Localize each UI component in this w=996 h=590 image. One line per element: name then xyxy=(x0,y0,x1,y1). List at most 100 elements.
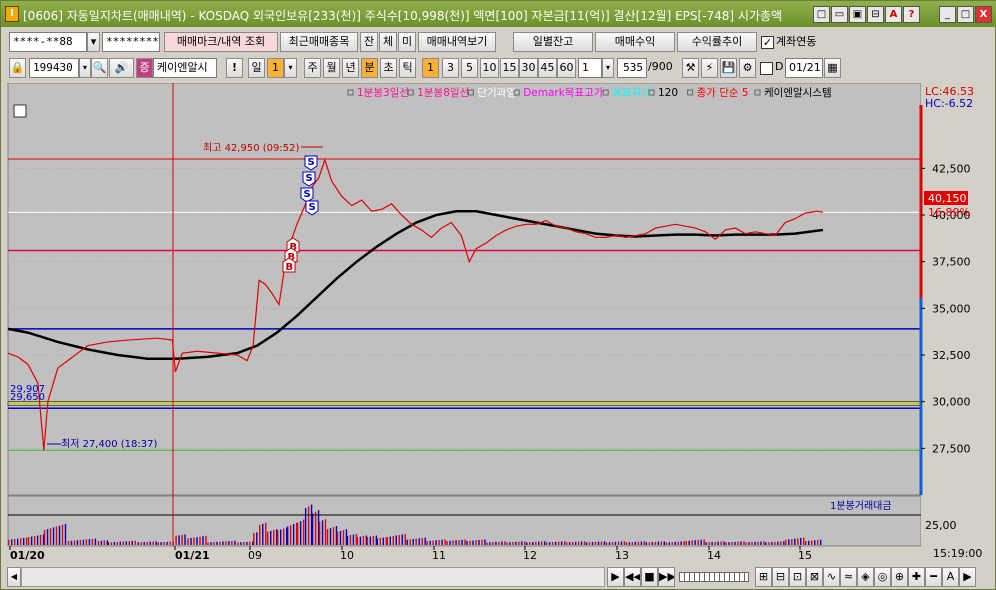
text-tool-icon[interactable]: A xyxy=(942,567,959,587)
play-icon[interactable]: ▶ xyxy=(607,567,624,587)
unit-tick-button[interactable]: 틱 xyxy=(399,58,416,78)
volume-bar xyxy=(714,541,716,545)
minute-5-button[interactable]: 5 xyxy=(461,58,478,78)
minute-30-button[interactable]: 30 xyxy=(519,58,538,78)
save-icon[interactable]: 💾 xyxy=(720,58,737,78)
price-chart[interactable]: 1분봉3일선 1분봉8일선 단기과열 Demark목표고가 목표저가 120 종가 단순 5… xyxy=(5,82,993,565)
minimize-button[interactable]: _ xyxy=(939,6,956,23)
calendar-icon[interactable]: ▦ xyxy=(824,58,841,78)
password-field[interactable]: ******** xyxy=(102,32,160,52)
volume-bar xyxy=(55,526,58,545)
stock-code-input[interactable]: 199430 xyxy=(29,58,79,78)
chart-tool-3-icon[interactable]: ⊡ xyxy=(789,567,806,587)
volume-bar xyxy=(680,541,682,545)
trade-profit-button[interactable]: 매매수익 xyxy=(595,32,675,52)
link-icon[interactable]: □ xyxy=(813,6,830,23)
stop-icon[interactable]: ■ xyxy=(641,567,658,587)
bars-shown-input[interactable]: 535 xyxy=(617,58,647,78)
daily-balance-button[interactable]: 일별잔고 xyxy=(513,32,593,52)
scroll-right-icon[interactable]: ▶ xyxy=(959,567,976,587)
maximize-button[interactable]: □ xyxy=(957,6,974,23)
alert-button[interactable]: ! xyxy=(226,58,243,78)
minute-45-button[interactable]: 45 xyxy=(538,58,557,78)
chart-tool-2-icon[interactable]: ⊟ xyxy=(772,567,789,587)
restore-icon[interactable]: ▣ xyxy=(849,6,866,23)
date-input[interactable]: 01/21 xyxy=(785,58,823,78)
count-dropdown-icon[interactable]: ▾ xyxy=(602,58,614,78)
volume-bar xyxy=(125,541,127,545)
chart-tool-9-icon[interactable]: ⊕ xyxy=(891,567,908,587)
code-dropdown-icon[interactable]: ▾ xyxy=(79,58,91,78)
account-field[interactable]: ****-**88 xyxy=(9,32,87,52)
zoom-out-icon[interactable]: ━ xyxy=(925,567,942,587)
volume-bar xyxy=(765,542,767,545)
account-link-checkbox[interactable]: ✓ xyxy=(761,36,774,49)
volume-bar xyxy=(489,542,491,545)
account-dropdown-icon[interactable]: ▾ xyxy=(87,32,100,52)
speed-slider[interactable] xyxy=(679,572,749,582)
rewind-icon[interactable]: ◀◀ xyxy=(624,567,641,587)
executed-button[interactable]: 체 xyxy=(379,32,397,52)
chart-tool-8-icon[interactable]: ◎ xyxy=(874,567,891,587)
forward-icon[interactable]: ▶▶ xyxy=(658,567,675,587)
trade-mark-button[interactable]: 매매마크/내역 조회 xyxy=(164,32,278,52)
unfilled-button[interactable]: 미 xyxy=(398,32,416,52)
volume-bar xyxy=(314,511,317,545)
chart-area[interactable]: 1분봉3일선 1분봉8일선 단기과열 Demark목표고가 목표저가 120 종가 단순 5… xyxy=(5,82,993,565)
lock-icon[interactable]: 🔒 xyxy=(9,58,26,78)
minute-1-button[interactable]: 1 xyxy=(422,58,439,78)
volume-bar xyxy=(409,539,411,545)
volume-bar xyxy=(745,542,747,545)
tile-icon[interactable]: ⊟ xyxy=(867,6,884,23)
balance-button[interactable]: 잔 xyxy=(360,32,378,52)
volume-bar xyxy=(332,527,335,545)
minute-15-button[interactable]: 15 xyxy=(500,58,519,78)
profit-trend-button[interactable]: 수익률추이 xyxy=(677,32,757,52)
minute-10-button[interactable]: 10 xyxy=(480,58,499,78)
unit-second-button[interactable]: 초 xyxy=(380,58,397,78)
volume-bar xyxy=(697,539,699,545)
period-dropdown-icon[interactable]: ▾ xyxy=(284,58,297,78)
minute-60-button[interactable]: 60 xyxy=(557,58,576,78)
search-icon[interactable]: 🔍 xyxy=(91,58,108,78)
volume-bar xyxy=(478,539,480,545)
minute-3-button[interactable]: 3 xyxy=(442,58,459,78)
stock-name-field[interactable]: 케이엔알시 xyxy=(153,58,217,78)
unit-minute-button[interactable]: 분 xyxy=(361,58,378,78)
help-icon[interactable]: ? xyxy=(903,6,920,23)
volume-bar xyxy=(207,542,209,545)
date-checkbox[interactable] xyxy=(760,62,773,75)
speaker-icon[interactable]: 🔊 xyxy=(109,58,134,78)
tools-icon[interactable]: ⚒ xyxy=(682,58,699,78)
chart-tool-7-icon[interactable]: ◈ xyxy=(857,567,874,587)
scroll-left-icon[interactable]: ◀ xyxy=(7,567,21,587)
close-button[interactable]: X xyxy=(975,6,992,23)
volume-bar xyxy=(234,540,236,545)
unit-month-button[interactable]: 월 xyxy=(323,58,340,78)
credit-icon[interactable]: 증 xyxy=(136,58,153,78)
recent-items-button[interactable]: 최근매매종목 xyxy=(280,32,358,52)
unit-year-button[interactable]: 년 xyxy=(342,58,359,78)
chart-tool-1-icon[interactable]: ⊞ xyxy=(755,567,772,587)
bottom-nav-bar: ◀ ▶ ◀◀ ■ ▶▶ ⊞ ⊟ ⊡ ⊠ ∿ ≈ ◈ ◎ ⊕ ✚ ━ A ▶ xyxy=(5,567,993,587)
period-day-button[interactable]: 일 xyxy=(248,58,265,78)
horizontal-scrollbar[interactable] xyxy=(21,567,605,587)
volume-bar xyxy=(623,541,626,545)
volume-bar xyxy=(286,526,289,545)
unit-week-button[interactable]: 주 xyxy=(304,58,321,78)
volume-bar xyxy=(551,542,554,545)
volume-bar xyxy=(529,542,531,545)
minimize-tray-icon[interactable]: ▭ xyxy=(831,6,848,23)
chart-tool-6-icon[interactable]: ≈ xyxy=(840,567,857,587)
period-value[interactable]: 1 xyxy=(267,58,284,78)
settings-icon[interactable]: ⚙ xyxy=(739,58,756,78)
font-icon[interactable]: A xyxy=(885,6,902,23)
zoom-in-icon[interactable]: ✚ xyxy=(908,567,925,587)
title-bar[interactable]: I [0606] 자동일지차트(매매내역) - KOSDAQ 외국인보유[233… xyxy=(1,1,996,27)
chart-tool-5-icon[interactable]: ∿ xyxy=(823,567,840,587)
indicator-icon[interactable]: ⚡ xyxy=(701,58,718,78)
chart-tool-4-icon[interactable]: ⊠ xyxy=(806,567,823,587)
count-input[interactable]: 1 xyxy=(578,58,602,78)
history-button[interactable]: 매매내역보기 xyxy=(418,32,496,52)
volume-bar xyxy=(805,541,807,545)
